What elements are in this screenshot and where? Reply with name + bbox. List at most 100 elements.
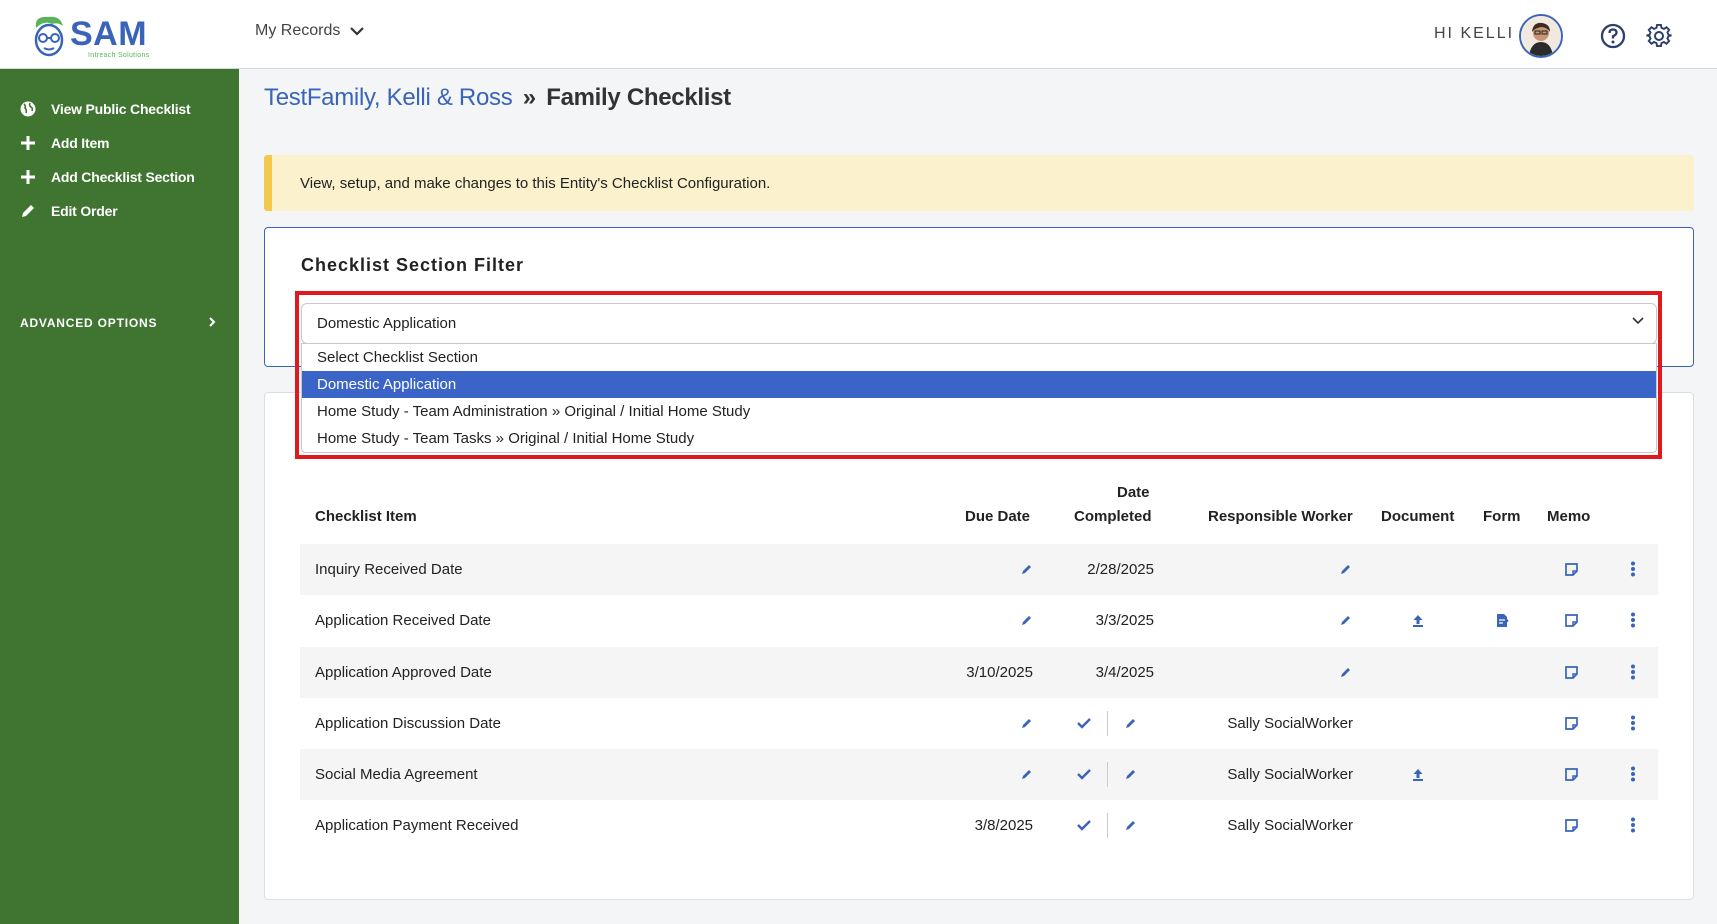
memo-note-icon[interactable] bbox=[1563, 561, 1579, 577]
my-records-label: My Records bbox=[255, 22, 341, 39]
divider bbox=[1107, 762, 1108, 787]
memo-note-icon[interactable] bbox=[1563, 664, 1579, 680]
user-greeting: HI KELLI bbox=[1434, 25, 1515, 42]
edit-worker-pencil-icon[interactable] bbox=[1338, 664, 1354, 680]
select-value: Domestic Application bbox=[317, 315, 457, 332]
table-row: Application Approved Date 3/10/2025 3/4/… bbox=[300, 647, 1658, 698]
col-header-memo: Memo bbox=[1547, 508, 1591, 525]
date-completed: 3/4/2025 bbox=[1095, 664, 1154, 681]
sam-logo[interactable]: SAM Intreach Solutions bbox=[30, 14, 160, 60]
plus-icon bbox=[20, 169, 36, 185]
chevron-down-icon bbox=[350, 27, 365, 36]
edit-worker-pencil-icon[interactable] bbox=[1338, 561, 1354, 577]
mark-complete-check-icon[interactable] bbox=[1076, 817, 1092, 833]
more-options-kebab-icon[interactable] bbox=[1625, 561, 1641, 577]
checklist-item-name: Application Approved Date bbox=[315, 664, 492, 681]
checklist-item-name: Application Payment Received bbox=[315, 817, 519, 834]
globe-icon bbox=[20, 101, 36, 117]
sidebar-advanced-options[interactable]: ADVANCED OPTIONS bbox=[20, 316, 216, 330]
info-notice: View, setup, and make changes to this En… bbox=[264, 155, 1694, 211]
logo-text: SAM bbox=[70, 15, 148, 53]
due-date: 3/10/2025 bbox=[966, 664, 1033, 681]
divider bbox=[1107, 711, 1108, 736]
table-row: Application Payment Received 3/8/2025 Sa… bbox=[300, 800, 1658, 851]
sidebar-item-label: View Public Checklist bbox=[51, 101, 191, 117]
settings-gear-icon[interactable] bbox=[1646, 23, 1672, 49]
sidebar-item-label: Add Item bbox=[51, 135, 110, 151]
sidebar-item-edit-order[interactable]: Edit Order bbox=[20, 199, 118, 223]
table-row: Social Media Agreement Sally SocialWorke… bbox=[300, 749, 1658, 800]
help-icon[interactable] bbox=[1600, 23, 1626, 49]
memo-note-icon[interactable] bbox=[1563, 612, 1579, 628]
edit-due-date-pencil-icon[interactable] bbox=[1019, 561, 1035, 577]
dropdown-option[interactable]: Home Study - Team Administration » Origi… bbox=[302, 398, 1656, 425]
dropdown-option-selected[interactable]: Domestic Application bbox=[302, 371, 1656, 398]
edit-date-completed-pencil-icon[interactable] bbox=[1123, 766, 1139, 782]
notice-text: View, setup, and make changes to this En… bbox=[300, 174, 771, 192]
col-header-due-date: Due Date bbox=[965, 508, 1031, 525]
chevron-down-icon bbox=[1632, 317, 1644, 325]
page-title: Family Checklist bbox=[546, 84, 731, 111]
sidebar-item-add-checklist-section[interactable]: Add Checklist Section bbox=[20, 165, 195, 189]
mark-complete-check-icon[interactable] bbox=[1076, 715, 1092, 731]
breadcrumb-family-link[interactable]: TestFamily, Kelli & Ross bbox=[264, 84, 513, 111]
dropdown-option[interactable]: Home Study - Team Tasks » Original / Ini… bbox=[302, 425, 1656, 452]
checklist-item-name: Application Discussion Date bbox=[315, 715, 501, 732]
checklist-section-select[interactable]: Domestic Application bbox=[301, 303, 1657, 344]
more-options-kebab-icon[interactable] bbox=[1625, 612, 1641, 628]
section-dropdown-list: Select Checklist Section Domestic Applic… bbox=[301, 343, 1657, 453]
due-date: 3/8/2025 bbox=[974, 817, 1033, 834]
more-options-kebab-icon[interactable] bbox=[1625, 817, 1641, 833]
divider bbox=[1107, 813, 1108, 838]
edit-due-date-pencil-icon[interactable] bbox=[1019, 612, 1035, 628]
memo-note-icon[interactable] bbox=[1563, 817, 1579, 833]
pencil-icon bbox=[20, 203, 36, 219]
more-options-kebab-icon[interactable] bbox=[1625, 766, 1641, 782]
col-header-document: Document bbox=[1381, 508, 1455, 525]
my-records-menu[interactable]: My Records bbox=[255, 22, 365, 40]
edit-date-completed-pencil-icon[interactable] bbox=[1123, 817, 1139, 833]
mark-complete-check-icon[interactable] bbox=[1076, 766, 1092, 782]
more-options-kebab-icon[interactable] bbox=[1625, 715, 1641, 731]
sidebar: View Public Checklist Add Item Add Check… bbox=[0, 69, 239, 924]
col-header-form: Form bbox=[1483, 508, 1521, 525]
logo-subtext: Intreach Solutions bbox=[88, 52, 150, 59]
chevron-right-icon bbox=[209, 317, 216, 327]
checklist-item-name: Application Received Date bbox=[315, 612, 491, 629]
upload-document-icon[interactable] bbox=[1410, 766, 1426, 782]
filter-title: Checklist Section Filter bbox=[301, 255, 525, 275]
edit-due-date-pencil-icon[interactable] bbox=[1019, 715, 1035, 731]
memo-note-icon[interactable] bbox=[1563, 715, 1579, 731]
table-row: Application Discussion Date Sally Social… bbox=[300, 698, 1658, 749]
edit-worker-pencil-icon[interactable] bbox=[1338, 612, 1354, 628]
checklist-item-name: Inquiry Received Date bbox=[315, 561, 463, 578]
edit-date-completed-pencil-icon[interactable] bbox=[1123, 715, 1139, 731]
table-row: Application Received Date 3/3/2025 bbox=[300, 595, 1658, 646]
table-row: Inquiry Received Date 2/28/2025 bbox=[300, 544, 1658, 595]
more-options-kebab-icon[interactable] bbox=[1625, 664, 1641, 680]
date-completed: 3/3/2025 bbox=[1095, 612, 1154, 629]
responsible-worker: Sally SocialWorker bbox=[1227, 715, 1353, 732]
user-photo-icon bbox=[1521, 16, 1561, 56]
responsible-worker: Sally SocialWorker bbox=[1227, 766, 1353, 783]
date-completed: 2/28/2025 bbox=[1087, 561, 1154, 578]
logo-face-icon bbox=[34, 16, 64, 57]
edit-due-date-pencil-icon[interactable] bbox=[1019, 766, 1035, 782]
col-header-responsible-worker: Responsible Worker bbox=[1208, 508, 1353, 525]
memo-note-icon[interactable] bbox=[1563, 766, 1579, 782]
form-document-icon[interactable] bbox=[1494, 612, 1510, 628]
upload-document-icon[interactable] bbox=[1410, 612, 1426, 628]
dropdown-option[interactable]: Select Checklist Section bbox=[302, 344, 1656, 371]
sidebar-item-label: Add Checklist Section bbox=[51, 169, 195, 185]
col-header-checklist-item: Checklist Item bbox=[315, 508, 417, 525]
breadcrumb-separator: » bbox=[522, 84, 536, 111]
sidebar-item-label: Edit Order bbox=[51, 203, 118, 219]
avatar[interactable] bbox=[1519, 14, 1563, 58]
checklist-item-name: Social Media Agreement bbox=[315, 766, 478, 783]
advanced-options-label: ADVANCED OPTIONS bbox=[20, 316, 158, 330]
sidebar-item-view-public-checklist[interactable]: View Public Checklist bbox=[20, 97, 191, 121]
sidebar-item-add-item[interactable]: Add Item bbox=[20, 131, 109, 155]
plus-icon bbox=[20, 135, 36, 151]
col-header-date-line1: Date bbox=[1117, 484, 1150, 501]
top-header: SAM Intreach Solutions My Records HI KEL… bbox=[0, 0, 1717, 69]
